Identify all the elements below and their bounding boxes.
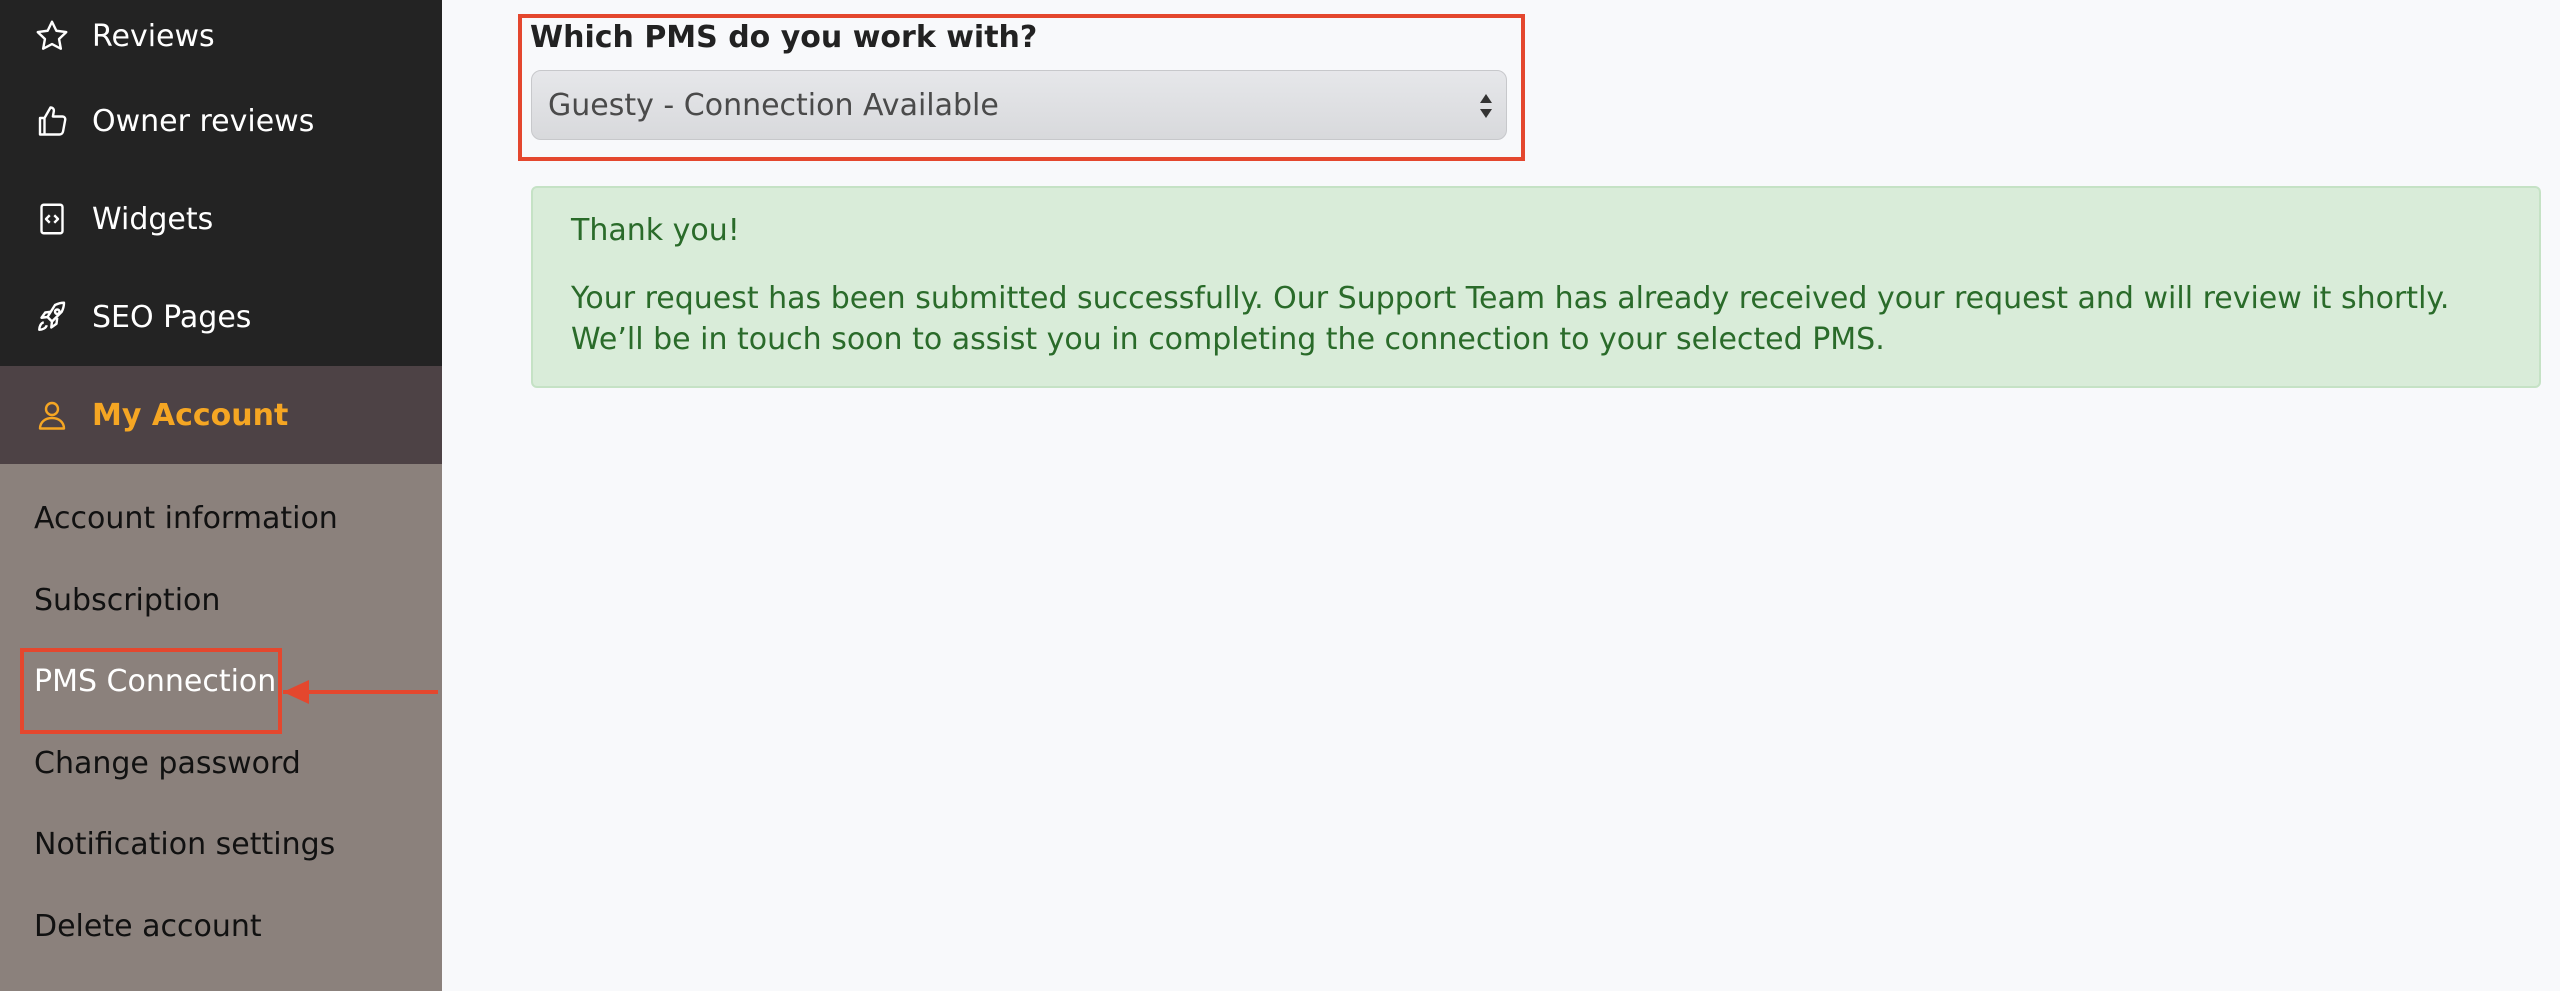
subnav-notification-settings[interactable]: Notification settings bbox=[0, 804, 442, 886]
sidebar-main-nav: Reviews Owner reviews Widgets SEO Pages bbox=[0, 0, 442, 366]
thumbs-up-icon bbox=[34, 103, 70, 139]
rocket-icon bbox=[34, 299, 70, 335]
sidebar-item-label: SEO Pages bbox=[92, 299, 252, 335]
subnav-delete-account[interactable]: Delete account bbox=[0, 886, 442, 968]
subnav-change-password[interactable]: Change password bbox=[0, 723, 442, 805]
annotation-arrow bbox=[283, 690, 438, 694]
subnav-item-label: Notification settings bbox=[34, 827, 336, 863]
sidebar-item-reviews[interactable]: Reviews bbox=[0, 0, 442, 72]
success-alert: Thank you! Your request has been submitt… bbox=[531, 186, 2541, 388]
subnav-item-label: Subscription bbox=[34, 582, 221, 618]
subnav-item-label: Account information bbox=[34, 501, 338, 537]
sidebar-item-label: Reviews bbox=[92, 18, 215, 54]
sidebar-item-label: My Account bbox=[92, 397, 289, 433]
sidebar-item-label: Widgets bbox=[92, 201, 214, 237]
sidebar-item-label: Owner reviews bbox=[92, 103, 315, 139]
star-icon bbox=[34, 18, 70, 54]
sidebar-item-owner-reviews[interactable]: Owner reviews bbox=[0, 72, 442, 170]
sidebar-item-my-account[interactable]: My Account bbox=[0, 366, 442, 464]
subnav-item-label: Delete account bbox=[34, 908, 262, 944]
sidebar: Reviews Owner reviews Widgets SEO Pages … bbox=[0, 0, 442, 991]
pms-select[interactable]: Guesty - Connection Available bbox=[531, 70, 1507, 140]
sidebar-item-widgets[interactable]: Widgets bbox=[0, 170, 442, 268]
pms-select-value: Guesty - Connection Available bbox=[548, 87, 999, 123]
alert-title: Thank you! bbox=[571, 213, 740, 248]
user-icon bbox=[34, 397, 70, 433]
code-file-icon bbox=[34, 201, 70, 237]
subnav-item-label: Change password bbox=[34, 745, 301, 781]
pms-connection-highlight-box bbox=[20, 648, 282, 734]
subnav-account-information[interactable]: Account information bbox=[0, 478, 442, 560]
pms-question-label: Which PMS do you work with? bbox=[530, 20, 1038, 55]
alert-message: Your request has been submitted successf… bbox=[571, 281, 2450, 357]
select-arrows-icon bbox=[1478, 89, 1494, 123]
sidebar-item-seo-pages[interactable]: SEO Pages bbox=[0, 268, 442, 366]
subnav-subscription[interactable]: Subscription bbox=[0, 560, 442, 642]
